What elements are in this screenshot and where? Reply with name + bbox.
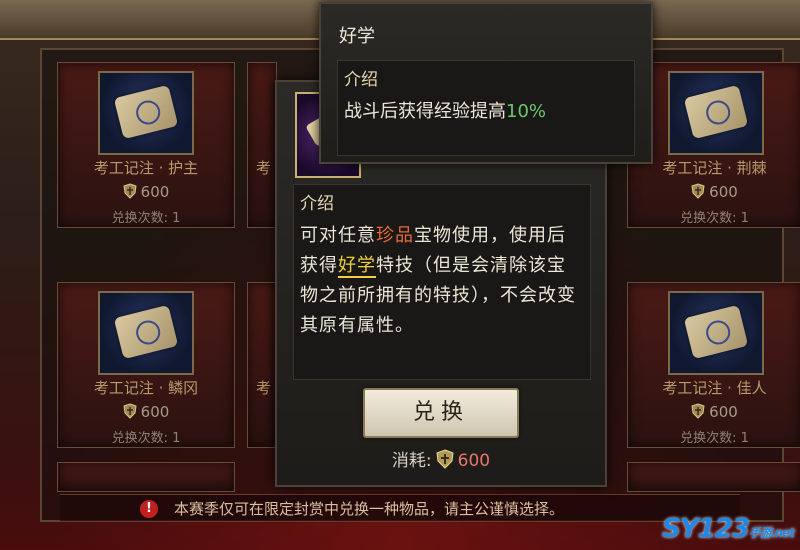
scroll-item-icon (98, 291, 194, 375)
notice-text: 本赛季仅可在限定封赏中兑换一种物品，请主公谨慎选择。 (174, 500, 565, 518)
exchange-times: 兑换次数: 1 (680, 431, 749, 446)
shield-icon (123, 183, 137, 199)
item-cost: 600 (58, 403, 234, 421)
highlight-rarity: 珍品 (376, 225, 414, 246)
item-name: 考工记注 · 护主 (93, 159, 199, 177)
cost-value: 600 (140, 403, 170, 421)
shield-icon (123, 403, 137, 419)
shop-item-card[interactable]: 考工记注 · 护主 600 兑换次数: 1 (57, 62, 235, 228)
skill-description-text: 战斗后获得经验提高10% (344, 97, 546, 123)
description-text: 可对任意珍品宝物使用，使用后获得好学特技（但是会清除该宝物之前所拥有的特技），不… (300, 221, 584, 341)
skill-effect-value: 10% (506, 101, 547, 122)
item-cost: 600 (58, 183, 234, 201)
shield-icon (691, 403, 705, 419)
watermark-sub: 手游 (749, 526, 772, 540)
item-cost: 600 (628, 403, 800, 421)
cost-label: 消耗: (391, 451, 432, 471)
cost-value: 600 (709, 183, 738, 201)
shop-item-card[interactable]: 考工记注 · 佳人 600 兑换次数: 1 (627, 282, 800, 448)
watermark-domain: .net (771, 526, 795, 540)
shop-item-card-partial[interactable] (57, 462, 235, 492)
item-name: 考工记注 · 佳人 (662, 379, 767, 397)
desc-part: 可对任意 (300, 225, 376, 246)
description-box: 介绍 可对任意珍品宝物使用，使用后获得好学特技（但是会清除该宝物之前所拥有的特技… (293, 184, 591, 380)
skill-effect-text: 战斗后获得经验提高 (344, 101, 506, 122)
cost-line: 消耗: 600 (277, 446, 605, 471)
item-name-partial: 考 (256, 159, 272, 177)
shop-item-card-partial[interactable]: 考 (247, 282, 277, 448)
scroll-item-icon (668, 291, 764, 375)
exchange-button[interactable]: 兑换 (363, 388, 519, 438)
shop-item-card-partial[interactable]: 考 (247, 62, 277, 228)
skill-description-heading: 介绍 (344, 70, 378, 90)
cost-value: 600 (457, 451, 491, 471)
cost-value: 600 (140, 183, 170, 201)
skill-title: 好学 (339, 26, 375, 47)
shield-icon (436, 449, 454, 469)
shop-item-card-partial[interactable] (627, 462, 800, 492)
exchange-times: 兑换次数: 1 (111, 211, 181, 226)
skill-tooltip: 好学 介绍 战斗后获得经验提高10% (319, 2, 653, 164)
skill-link[interactable]: 好学 (338, 255, 376, 278)
scroll-item-icon (668, 71, 764, 155)
skill-description-box: 介绍 战斗后获得经验提高10% (337, 60, 635, 156)
season-notice: ! 本赛季仅可在限定封赏中兑换一种物品，请主公谨慎选择。 (60, 494, 740, 522)
description-heading: 介绍 (300, 194, 334, 214)
item-name: 考工记注 · 鳞冈 (93, 379, 199, 397)
warning-icon: ! (140, 500, 158, 518)
item-cost: 600 (628, 183, 800, 201)
item-name-partial: 考 (256, 379, 272, 397)
item-name: 考工记注 · 荆棘 (662, 159, 767, 177)
watermark-main: SY123 (662, 514, 750, 544)
cost-value: 600 (709, 403, 738, 421)
scroll-item-icon (98, 71, 194, 155)
shop-item-card[interactable]: 考工记注 · 鳞冈 600 兑换次数: 1 (57, 282, 235, 448)
exchange-times: 兑换次数: 1 (111, 431, 181, 446)
exchange-times: 兑换次数: 1 (680, 211, 749, 226)
shield-icon (691, 183, 705, 199)
watermark-logo: SY123手游.net (662, 514, 795, 544)
